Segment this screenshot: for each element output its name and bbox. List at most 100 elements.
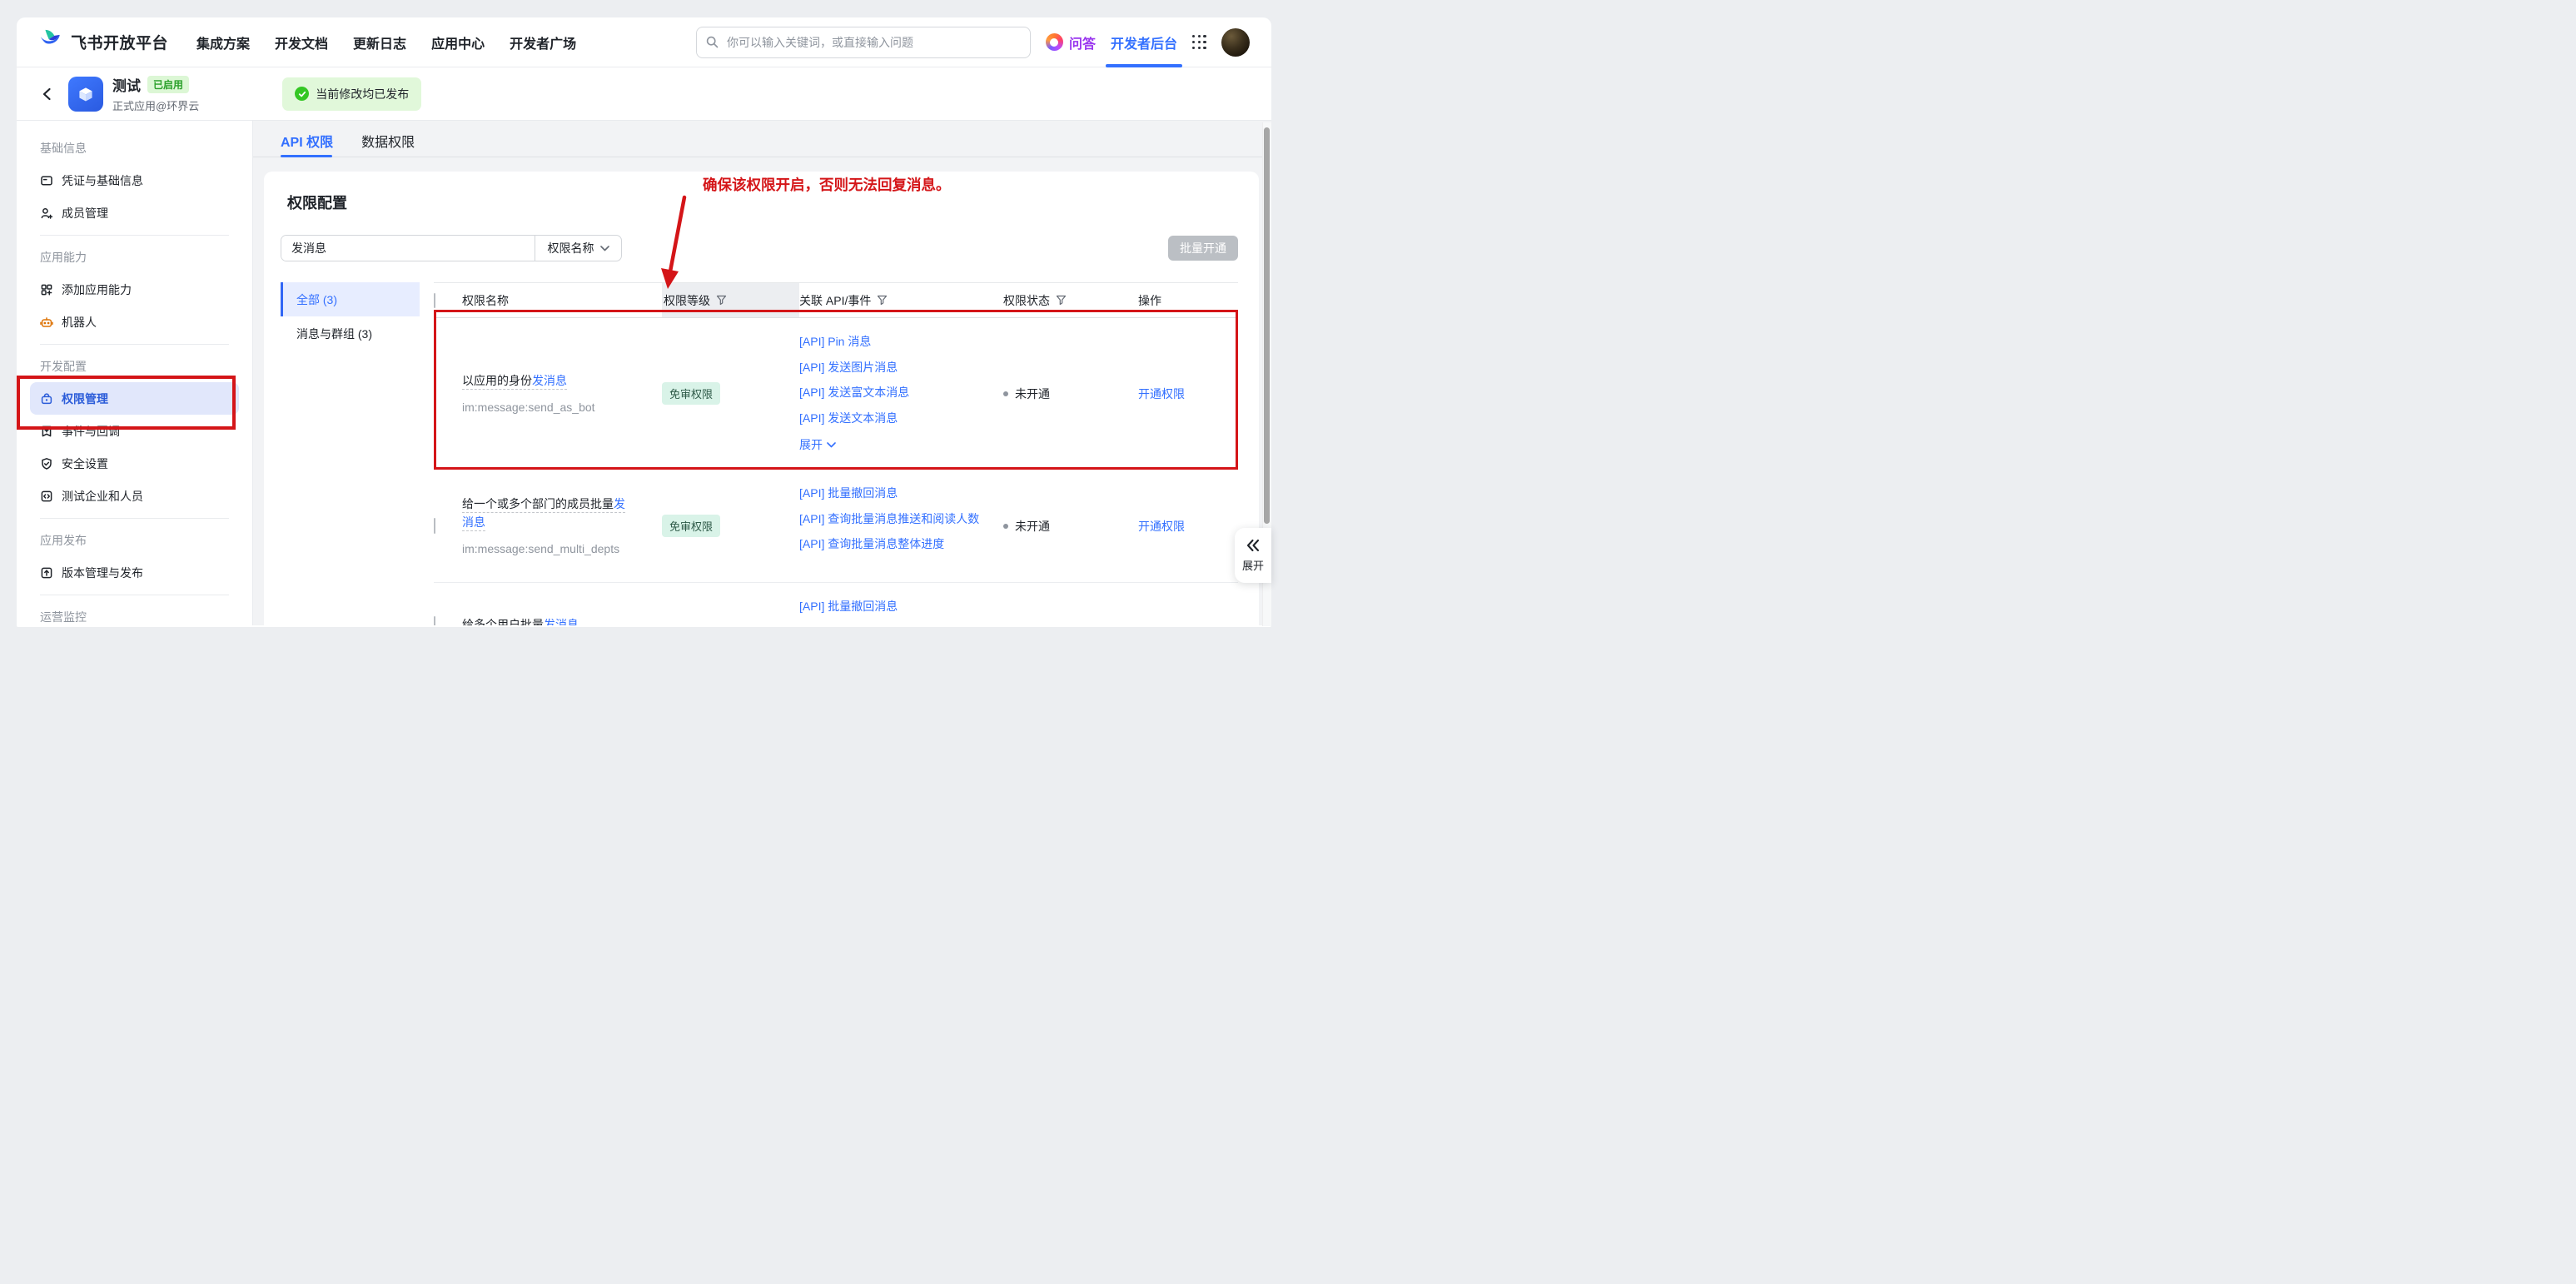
tab-developer-console[interactable]: 开发者后台 (1111, 17, 1177, 67)
publish-status-text: 当前修改均已发布 (316, 86, 409, 102)
permission-tabs: API 权限 数据权限 (281, 131, 415, 151)
credential-card-icon (40, 174, 53, 187)
main-content: API 权限 数据权限 权限配置 权限名称 批量开通 全部 (253, 121, 1271, 625)
select-all-checkbox[interactable] (434, 293, 435, 308)
feishu-logo-icon (38, 27, 63, 57)
related-api-cell: [API] 批量撤回消息 [API] 查询批量消息推送和阅读 (799, 583, 1003, 625)
permission-name-link[interactable]: 给一个或多个部门的成员批量发消息 (462, 497, 625, 531)
api-link[interactable]: [API] 发送图片消息 (799, 355, 1003, 381)
search-field-select[interactable]: 权限名称 (535, 236, 621, 261)
api-link[interactable]: [API] 批量撤回消息 (799, 480, 1003, 506)
sidebar-item-events[interactable]: 事件与回调 (30, 415, 239, 447)
col-permission-level: 权限等级 (662, 283, 799, 317)
permission-name-link[interactable]: 以应用的身份发消息 (462, 374, 567, 390)
col-related-api: 关联 API/事件 (799, 283, 1003, 317)
expand-panel-button[interactable]: 展开 (1235, 528, 1271, 583)
top-navbar: 飞书开放平台 集成方案 开发文档 更新日志 应用中心 开发者广场 问答 (17, 17, 1271, 67)
sidebar-divider (40, 344, 229, 345)
permission-lock-icon (40, 392, 53, 406)
qa-ring-icon (1046, 33, 1063, 51)
upload-square-icon (40, 566, 53, 580)
status-cell: 未开通 (1003, 518, 1138, 535)
table-row: 给一个或多个部门的成员批量发消息 im:message:send_multi_d… (434, 470, 1238, 583)
permission-name-link[interactable]: 给多个用户批量发消息 (462, 618, 579, 625)
apps-grid-icon[interactable] (1192, 35, 1206, 49)
brand-title: 飞书开放平台 (71, 31, 168, 53)
app-name: 测试 (112, 74, 141, 95)
scrollbar-thumb[interactable] (1264, 127, 1270, 524)
chevron-down-icon (600, 246, 609, 251)
brand[interactable]: 飞书开放平台 (38, 27, 168, 57)
permission-name-cell: 给多个用户批量发消息 (462, 615, 662, 625)
sidebar-item-members[interactable]: 成员管理 (30, 197, 239, 229)
filter-funnel-icon[interactable] (716, 295, 727, 306)
nav-link-app-center[interactable]: 应用中心 (431, 32, 485, 52)
nav-link-integration[interactable]: 集成方案 (196, 32, 250, 52)
qa-label: 问答 (1069, 32, 1096, 52)
search-icon (705, 35, 719, 53)
sidebar-divider (40, 235, 229, 236)
api-link[interactable]: [API] 查询批量消息推送和阅读 (799, 620, 1003, 626)
active-tab-underline (1106, 64, 1182, 67)
status-dot (1003, 524, 1008, 529)
nav-link-changelog[interactable]: 更新日志 (353, 32, 406, 52)
app-icon (68, 77, 103, 112)
row-checkbox[interactable] (434, 616, 435, 625)
sidebar-item-test-enterprise[interactable]: 测试企业和人员 (30, 480, 239, 512)
permission-search-input[interactable] (281, 236, 535, 261)
sidebar: 基础信息 凭证与基础信息 成员管理 应用能力 添加应用能力 机器人 开发配置 (17, 121, 253, 625)
api-link[interactable]: [API] 查询批量消息推送和阅读人数 (799, 506, 1003, 532)
tab-api-permission[interactable]: API 权限 (281, 131, 333, 151)
annotation-text: 确保该权限开启，否则无法回复消息。 (703, 174, 951, 195)
filter-funnel-icon[interactable] (1056, 295, 1067, 306)
row-checkbox[interactable] (434, 518, 435, 534)
search-input[interactable] (696, 27, 1031, 58)
status-cell: 未开通 (1003, 386, 1138, 402)
active-tab-indicator (281, 155, 332, 157)
permission-search-group: 权限名称 (281, 235, 622, 261)
expand-apis-link[interactable]: 展开 (799, 432, 1003, 458)
nav-links: 集成方案 开发文档 更新日志 应用中心 开发者广场 (196, 32, 576, 52)
related-api-cell: [API] 批量撤回消息 [API] 查询批量消息推送和阅读人数 [API] 查… (799, 470, 1003, 582)
filter-all[interactable]: 全部 (3) (281, 282, 420, 316)
tab-data-permission[interactable]: 数据权限 (361, 131, 415, 151)
enable-permission-link[interactable]: 开通权限 (1138, 387, 1185, 401)
app-window: 飞书开放平台 集成方案 开发文档 更新日志 应用中心 开发者广场 问答 (17, 17, 1271, 627)
global-search (696, 27, 1031, 58)
bulk-enable-button[interactable]: 批量开通 (1168, 236, 1238, 261)
api-link[interactable]: [API] 批量撤回消息 (799, 594, 1003, 620)
shield-check-icon (40, 457, 53, 470)
avatar[interactable] (1221, 28, 1250, 57)
permission-code: im:message:send_as_bot (462, 398, 632, 416)
sidebar-item-permissions[interactable]: 权限管理 (30, 382, 239, 415)
qa-entry[interactable]: 问答 (1046, 32, 1096, 52)
sidebar-item-bot[interactable]: 机器人 (30, 306, 239, 338)
api-link[interactable]: [API] Pin 消息 (799, 329, 1003, 355)
sidebar-item-credentials[interactable]: 凭证与基础信息 (30, 164, 239, 197)
back-icon[interactable] (40, 87, 55, 102)
grid-plus-icon (40, 283, 53, 296)
enable-permission-link[interactable]: 开通权限 (1138, 520, 1185, 533)
api-link[interactable]: [API] 查询批量消息整体进度 (799, 531, 1003, 557)
sidebar-item-security[interactable]: 安全设置 (30, 447, 239, 480)
nav-link-docs[interactable]: 开发文档 (275, 32, 328, 52)
filter-message-group[interactable]: 消息与群组 (3) (281, 316, 420, 351)
permission-table: 权限名称 权限等级 关联 API/事件 权限状态 (434, 282, 1238, 625)
sidebar-section-capability: 应用能力 (30, 241, 239, 273)
api-link[interactable]: [API] 发送文本消息 (799, 406, 1003, 431)
sidebar-item-version-release[interactable]: 版本管理与发布 (30, 556, 239, 589)
user-plus-icon (40, 207, 53, 220)
bookmark-plus-icon (40, 425, 53, 438)
permission-name-cell: 以应用的身份发消息 im:message:send_as_bot (462, 371, 662, 416)
table-row: 给多个用户批量发消息 [API] 批量撤回消息 [API] 查询批量消息推送和阅… (434, 583, 1238, 625)
api-link[interactable]: [API] 发送富文本消息 (799, 380, 1003, 406)
filter-funnel-icon[interactable] (877, 295, 888, 306)
nav-link-dev-plaza[interactable]: 开发者广场 (510, 32, 576, 52)
sidebar-section-dev-config: 开发配置 (30, 351, 239, 382)
col-action: 操作 (1138, 283, 1238, 317)
row-checkbox[interactable] (434, 386, 435, 401)
status-dot (1003, 391, 1008, 396)
related-api-cell: [API] Pin 消息 [API] 发送图片消息 [API] 发送富文本消息 … (799, 318, 1003, 469)
level-badge: 免审权限 (662, 515, 720, 537)
sidebar-item-add-capability[interactable]: 添加应用能力 (30, 273, 239, 306)
